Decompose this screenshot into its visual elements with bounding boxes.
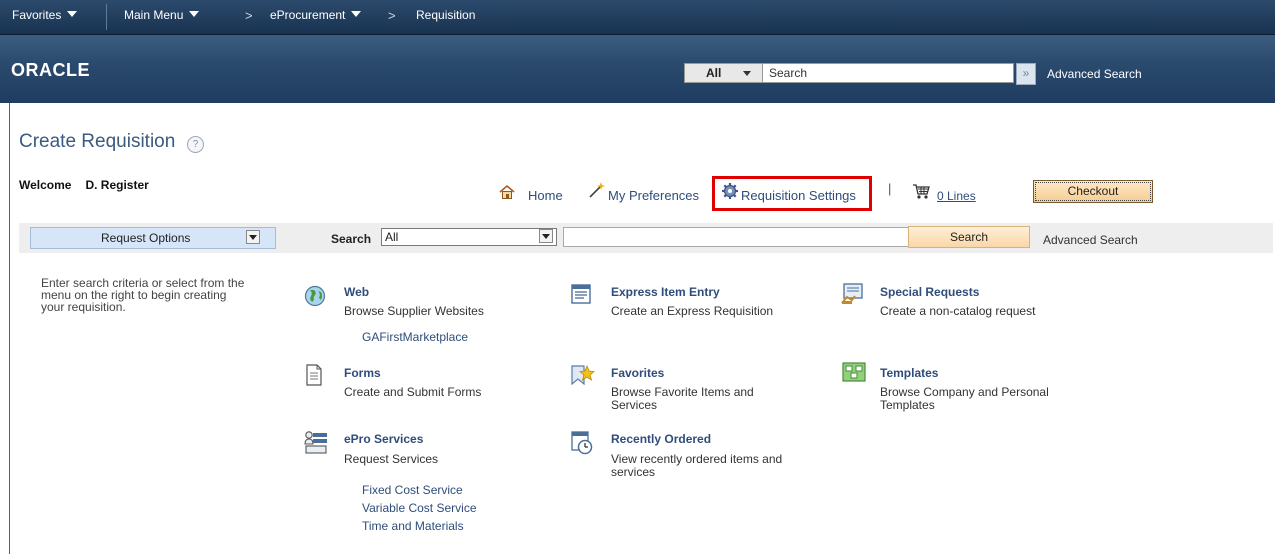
checkout-button[interactable]: Checkout [1033, 180, 1153, 203]
document-icon [306, 364, 322, 386]
help-icon[interactable]: ? [187, 136, 204, 153]
search-scope-value: All [706, 66, 722, 80]
search-category-select[interactable]: All [381, 228, 557, 246]
templates-title[interactable]: Templates [880, 366, 938, 380]
my-preferences-link[interactable]: My Preferences [608, 188, 699, 203]
nav-main-menu[interactable]: Main Menu [124, 8, 200, 22]
recently-ordered-title[interactable]: Recently Ordered [611, 432, 711, 446]
dropdown-arrow-icon [67, 11, 78, 17]
epro-services-desc: Request Services [344, 452, 439, 466]
home-link[interactable]: Home [528, 188, 563, 203]
shopping-cart-icon [913, 184, 930, 199]
instructions-text: Enter search criteria or select from the… [41, 276, 245, 314]
nav-favorites-label: Favorites [12, 8, 62, 22]
nav-favorites-menu[interactable]: Favorites [12, 8, 78, 22]
forms-title[interactable]: Forms [344, 366, 381, 380]
request-options-label: Request Options [101, 231, 191, 245]
templates-desc: Browse Company and Personal Templates [880, 385, 1049, 412]
dropdown-arrow-icon [351, 11, 362, 17]
recently-ordered-desc: View recently ordered items and services [611, 452, 783, 479]
favorites-star-icon [571, 364, 595, 386]
link-separator: | [888, 181, 892, 196]
keyword-search-input[interactable] [563, 227, 909, 247]
time-and-materials-link[interactable]: Time and Materials [362, 519, 464, 533]
advanced-search-link[interactable]: Advanced Search [1043, 233, 1138, 247]
search-go-button[interactable]: » [1016, 63, 1036, 85]
services-icon [304, 431, 327, 454]
chevron-down-icon [539, 229, 553, 243]
nav-eprocurement-label: eProcurement [270, 8, 346, 22]
recently-ordered-icon [571, 431, 593, 455]
gafirstmarketplace-link[interactable]: GAFirstMarketplace [362, 330, 468, 344]
chevron-down-icon [246, 230, 260, 244]
breadcrumb-chevron-icon: > [388, 8, 396, 23]
magic-wand-icon [589, 182, 605, 198]
page-title: Create Requisition [19, 131, 176, 152]
user-name: D. Register [85, 178, 149, 192]
header-advanced-search-link[interactable]: Advanced Search [1047, 67, 1142, 81]
nav-requisition-link[interactable]: Requisition [416, 8, 475, 22]
search-label: Search [331, 232, 372, 246]
breadcrumb-chevron-icon: > [245, 8, 253, 23]
dropdown-arrow-icon [189, 11, 200, 17]
globe-icon [304, 285, 326, 307]
search-button[interactable]: Search [908, 226, 1030, 248]
chevron-down-icon [743, 71, 751, 76]
highlight-box [712, 176, 872, 211]
nav-divider [106, 4, 107, 30]
welcome-text: Welcome D. Register [19, 178, 149, 192]
web-option-desc: Browse Supplier Websites [344, 304, 484, 318]
welcome-label: Welcome [19, 178, 72, 192]
templates-icon [842, 362, 866, 382]
global-search-placeholder: Search [769, 66, 808, 80]
search-scope-select[interactable]: All [684, 63, 764, 83]
special-requests-desc: Create a non-catalog request [880, 304, 1036, 318]
forms-desc: Create and Submit Forms [344, 385, 482, 399]
special-requests-title[interactable]: Special Requests [880, 285, 979, 299]
global-search-input[interactable]: Search [762, 63, 1014, 83]
nav-main-menu-label: Main Menu [124, 8, 184, 22]
variable-cost-service-link[interactable]: Variable Cost Service [362, 501, 477, 515]
nav-eprocurement-menu[interactable]: eProcurement [270, 8, 362, 22]
request-options-select[interactable]: Request Options [30, 227, 276, 249]
fixed-cost-service-link[interactable]: Fixed Cost Service [362, 483, 463, 497]
express-item-entry-desc: Create an Express Requisition [611, 304, 774, 318]
search-category-value: All [385, 230, 399, 244]
cart-lines-link[interactable]: 0 Lines [937, 189, 976, 203]
express-item-entry-title[interactable]: Express Item Entry [611, 285, 720, 299]
oracle-logo: ORACLE [11, 60, 90, 80]
web-option-title[interactable]: Web [344, 285, 369, 299]
page-border [9, 103, 10, 554]
express-entry-icon [571, 284, 591, 304]
epro-services-title[interactable]: ePro Services [344, 432, 423, 446]
favorites-desc: Browse Favorite Items and Services [611, 385, 754, 412]
special-request-icon [841, 283, 863, 304]
favorites-title[interactable]: Favorites [611, 366, 664, 380]
home-icon [499, 184, 515, 199]
